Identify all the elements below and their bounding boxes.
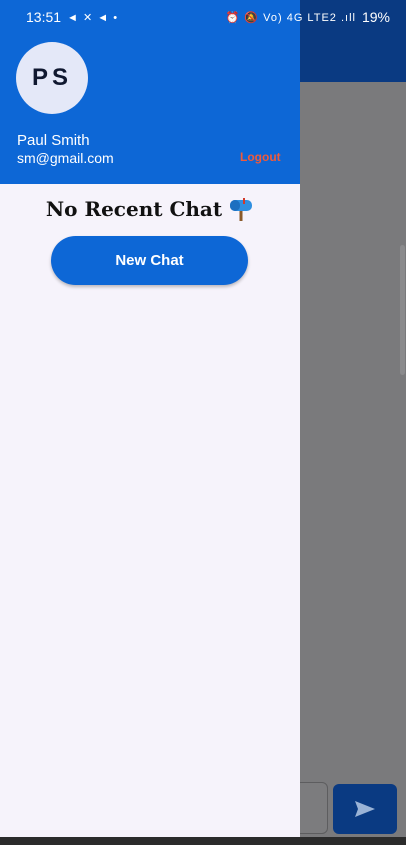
logout-button[interactable]: Logout	[240, 150, 281, 164]
clock: 13:51	[26, 9, 62, 25]
battery-level: 19%	[361, 9, 390, 25]
send-button[interactable]	[333, 784, 397, 834]
empty-state-message: No Recent Chat	[45, 197, 223, 221]
user-name: Paul Smith	[17, 132, 90, 149]
background-scrollbar	[400, 245, 405, 375]
send-icon	[355, 801, 375, 817]
navigation-drawer: PS Paul Smith sm@gmail.com Logout No Rec…	[0, 0, 300, 837]
notification-icons: ◄ ✕ ◄ •	[67, 11, 119, 24]
status-bar: 13:51 ◄ ✕ ◄ • ⏰ 🔕 Vo) 4G LTE2 .ıll 19%	[0, 0, 406, 34]
system-navigation-bar	[0, 837, 406, 845]
new-chat-button[interactable]: New Chat	[51, 236, 248, 285]
avatar: PS	[16, 42, 88, 114]
signal-icons: ⏰ 🔕 Vo) 4G LTE2 .ıll	[225, 11, 356, 24]
user-email: sm@gmail.com	[17, 150, 114, 166]
mailbox-icon	[230, 198, 253, 221]
empty-state: No Recent Chat	[0, 196, 300, 222]
